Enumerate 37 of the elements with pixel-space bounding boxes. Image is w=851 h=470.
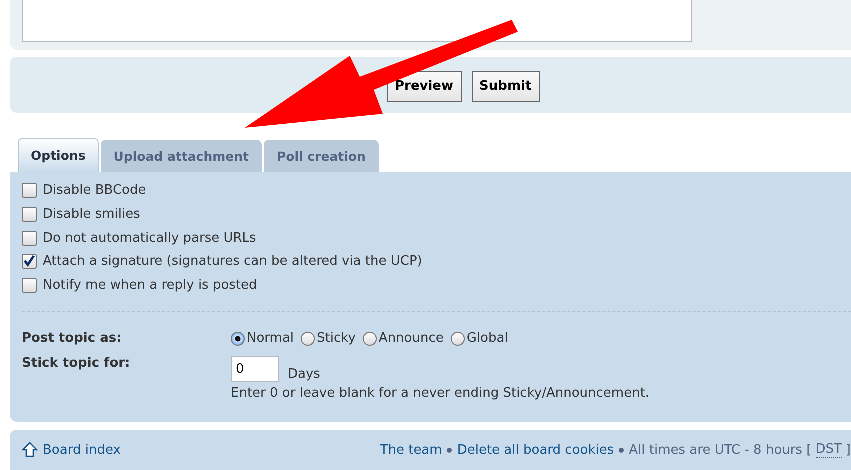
radio-button[interactable] bbox=[231, 332, 245, 346]
tab[interactable]: Upload attachment bbox=[100, 140, 262, 172]
checkbox[interactable] bbox=[22, 207, 37, 222]
bullet-icon bbox=[619, 448, 624, 452]
message-field[interactable] bbox=[22, 0, 692, 42]
team-link[interactable]: The team bbox=[380, 442, 442, 458]
days-unit: Days bbox=[288, 367, 320, 382]
option-label: Disable BBCode bbox=[43, 183, 146, 198]
board-index-link[interactable]: Board index bbox=[43, 442, 121, 458]
tab[interactable]: Poll creation bbox=[264, 140, 379, 172]
radio-button[interactable] bbox=[301, 332, 316, 346]
radio-label: Announce bbox=[378, 331, 444, 346]
radio-label: Normal bbox=[247, 331, 294, 346]
time-zone-text: All times are UTC - 8 hours [ bbox=[629, 442, 812, 458]
field-label: Stick topic for: bbox=[22, 356, 132, 372]
option-label: Do not automatically parse URLs bbox=[43, 230, 256, 246]
bracket-text: ] bbox=[846, 442, 851, 458]
dst-text: DST bbox=[816, 442, 842, 458]
days-field[interactable]: 0 bbox=[231, 356, 279, 382]
tab[interactable]: Options bbox=[18, 138, 99, 172]
field-label: Post topic as: bbox=[22, 331, 123, 346]
radio-label: Global bbox=[466, 331, 508, 346]
option-label: Notify me when a reply is posted bbox=[43, 278, 258, 294]
checkbox[interactable] bbox=[22, 230, 37, 246]
checkbox[interactable] bbox=[22, 254, 37, 270]
cookies-link[interactable]: Delete all board cookies bbox=[457, 442, 614, 458]
submit-button[interactable]: Submit bbox=[472, 70, 540, 102]
hint-text: Enter 0 or leave blank for a never ending Sticky/Announcement. bbox=[231, 386, 650, 402]
checkbox[interactable] bbox=[22, 183, 37, 198]
radio-label: Sticky bbox=[317, 331, 356, 346]
checkbox[interactable] bbox=[22, 278, 37, 294]
option-label: Attach a signature (signatures can be altered via the UCP) bbox=[43, 254, 422, 270]
radio-button[interactable] bbox=[362, 332, 377, 346]
radio-button[interactable] bbox=[450, 332, 465, 346]
home-icon bbox=[22, 442, 38, 458]
bullet-icon bbox=[447, 448, 452, 452]
option-label: Disable smilies bbox=[43, 207, 140, 222]
